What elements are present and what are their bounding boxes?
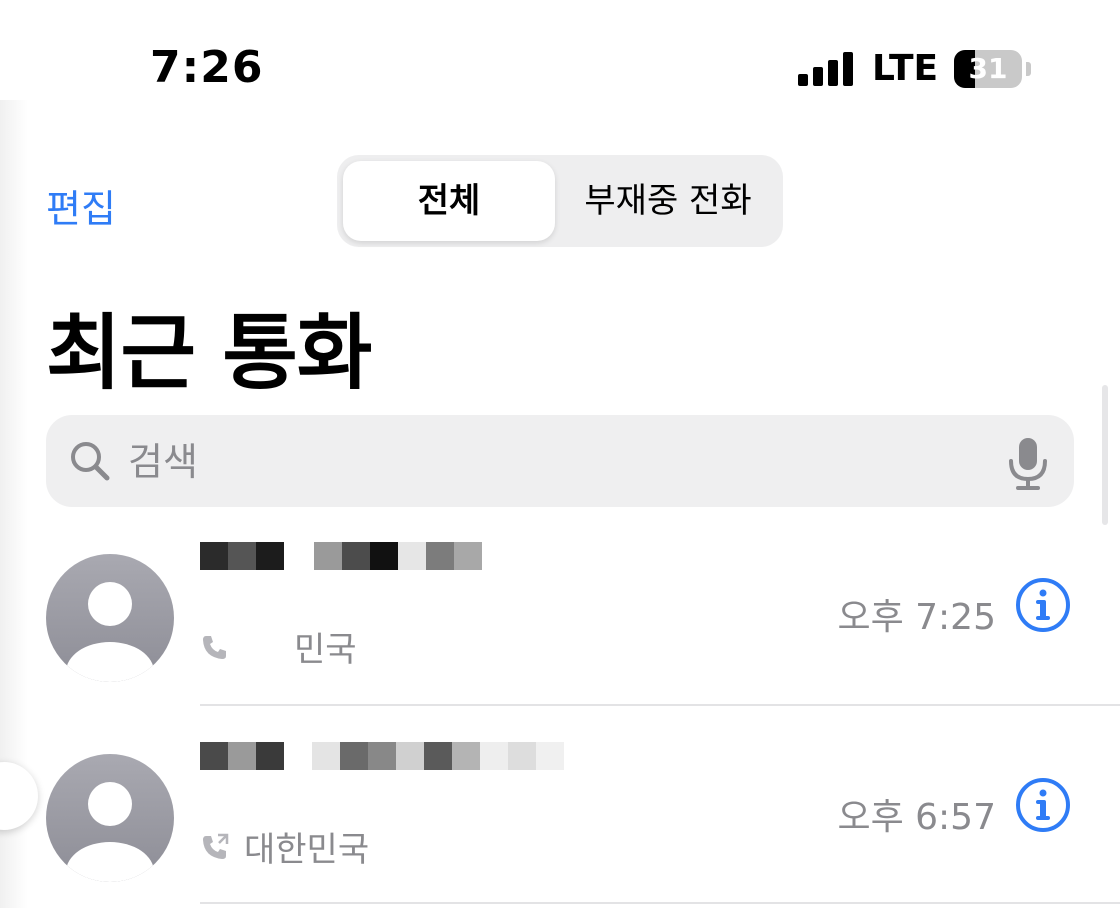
battery-tip [1026, 62, 1031, 76]
battery-percent: 31 [968, 52, 1008, 85]
call-row[interactable]: 대한민국 오후 6:57 [0, 742, 1120, 908]
phone-outgoing-icon [203, 833, 229, 859]
avatar-icon [46, 554, 174, 682]
contact-name-redacted [200, 742, 564, 782]
call-subtitle: 대한민국 [200, 822, 369, 871]
microphone-icon[interactable] [1006, 435, 1050, 491]
call-time: 오후 6:57 [837, 797, 996, 838]
row-divider [200, 902, 1120, 904]
call-subtitle: 민국 [200, 622, 357, 671]
contact-name-redacted [200, 542, 482, 582]
call-row[interactable]: 민국 오후 7:25 [0, 542, 1120, 732]
battery-icon: 31 [954, 50, 1022, 88]
info-icon[interactable] [1014, 576, 1072, 634]
search-bar[interactable] [46, 415, 1074, 507]
segment-missed[interactable]: 부재중 전화 [559, 161, 777, 241]
search-input[interactable] [126, 429, 990, 495]
network-type: LTE [872, 48, 939, 89]
row-divider [200, 704, 1120, 706]
search-icon [71, 442, 110, 481]
segment-all[interactable]: 전체 [343, 161, 555, 241]
call-time: 오후 7:25 [837, 597, 996, 638]
phone-outgoing-icon [203, 635, 226, 659]
page-title: 최근 통화 [46, 306, 372, 401]
call-location: 민국 [294, 630, 357, 670]
info-icon[interactable] [1014, 776, 1072, 834]
edit-button[interactable]: 편집 [46, 178, 116, 233]
recents-screen: 7:26 LTE 31 편집 전체 부재중 전화 최근 통화 검색 민국 오후 … [0, 0, 1120, 908]
avatar-icon [46, 754, 174, 882]
status-time: 7:26 [150, 42, 264, 93]
cellular-signal-icon [798, 52, 854, 86]
scroll-indicator [1102, 385, 1108, 525]
segmented-control: 전체 부재중 전화 [337, 155, 783, 247]
call-location: 대한민국 [244, 830, 370, 870]
